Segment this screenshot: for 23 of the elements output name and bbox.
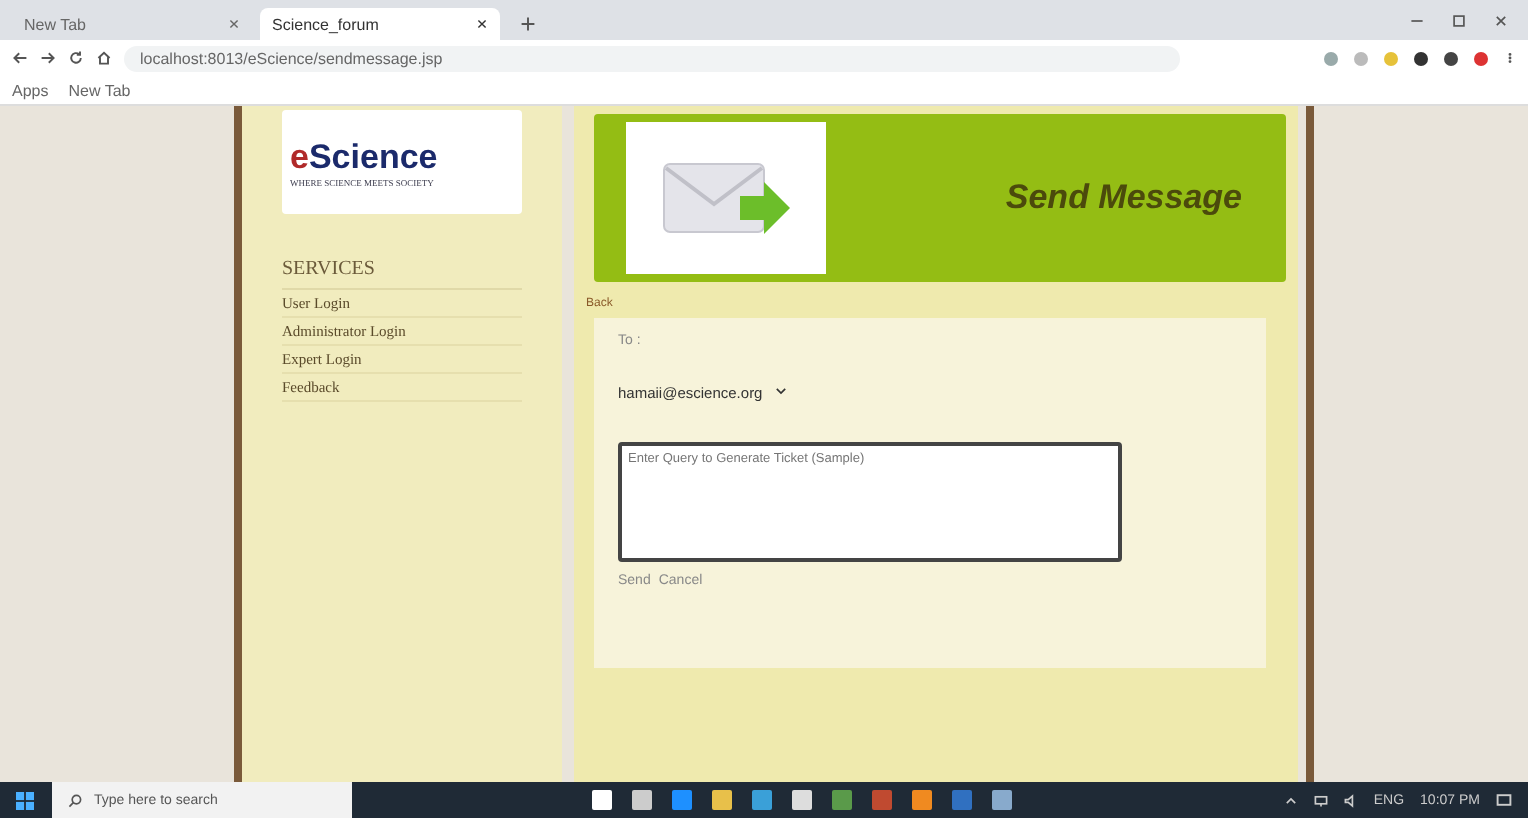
browser-tab[interactable]: Science_forum [260, 8, 500, 40]
page-title: Send Message [1005, 178, 1242, 218]
bookmark-link[interactable]: Apps [12, 81, 49, 99]
close-icon[interactable] [1494, 13, 1508, 27]
forward-icon[interactable] [40, 50, 56, 66]
sidebar-heading: SERVICES [282, 258, 522, 290]
maximize-icon[interactable] [1452, 13, 1466, 27]
address-field[interactable]: localhost:8013/eScience/sendmessage.jsp [124, 45, 1180, 71]
search-icon [68, 793, 82, 807]
chevron-icon[interactable] [1283, 793, 1298, 807]
notification-icon[interactable] [1496, 792, 1512, 808]
close-icon[interactable] [476, 18, 488, 30]
caret-icon [774, 384, 789, 398]
browser-tab[interactable]: New Tab [12, 8, 252, 40]
back-icon[interactable] [12, 50, 28, 66]
new-tab-icon[interactable] [520, 16, 536, 32]
windows-icon[interactable] [16, 791, 34, 809]
menu-icon[interactable] [1504, 50, 1516, 66]
network-icon[interactable] [1313, 793, 1328, 807]
bookmark-link[interactable]: New Tab [68, 81, 131, 99]
reload-icon[interactable] [68, 50, 84, 66]
volume-icon[interactable] [1343, 793, 1358, 807]
home-icon[interactable] [96, 50, 112, 66]
